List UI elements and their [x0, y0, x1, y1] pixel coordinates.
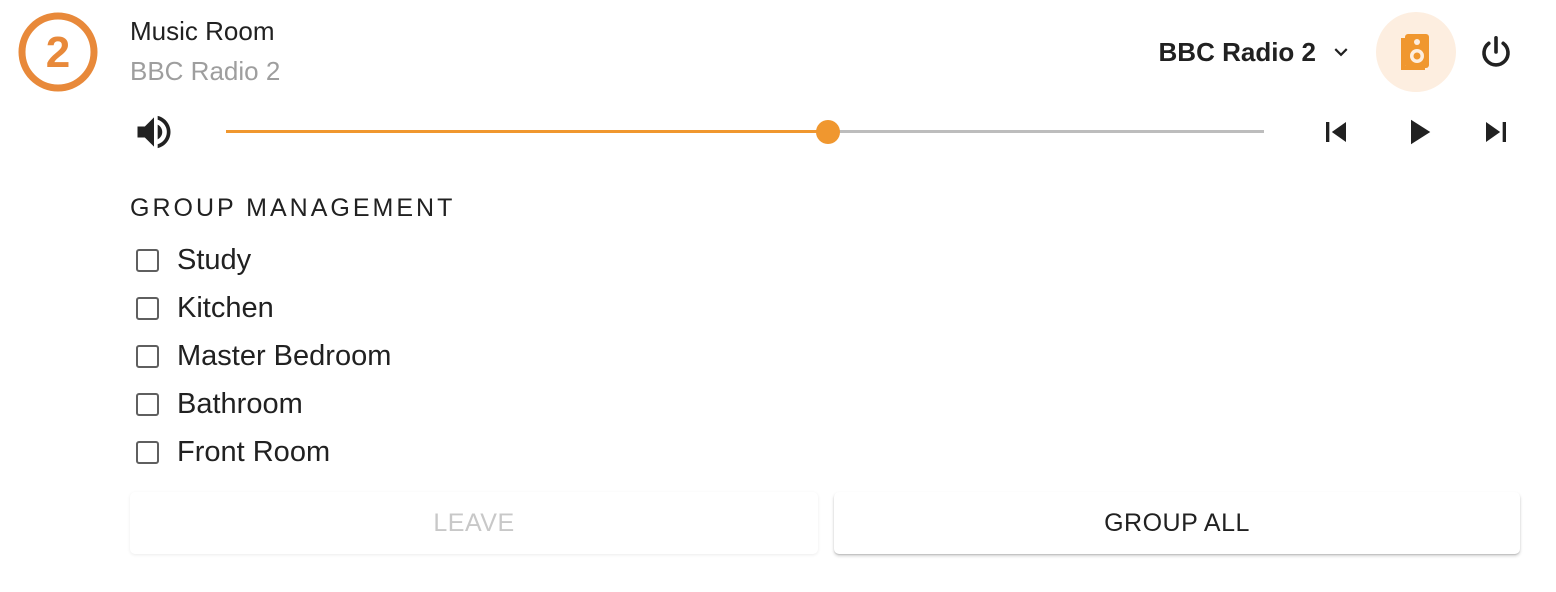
- group-member-list: Study Kitchen Master Bedroom Bathroom Fr…: [136, 236, 391, 476]
- group-member-front-room[interactable]: Front Room: [136, 428, 391, 476]
- source-select[interactable]: BBC Radio 2: [1159, 34, 1354, 70]
- power-icon: [1482, 35, 1510, 67]
- leave-button[interactable]: LEAVE: [130, 492, 818, 554]
- volume-slider-thumb[interactable]: [816, 120, 841, 144]
- volume-slider[interactable]: [226, 118, 1264, 146]
- group-member-kitchen[interactable]: Kitchen: [136, 284, 391, 332]
- bbc-radio-2-logo: 2: [18, 12, 98, 92]
- play-icon: [1411, 119, 1431, 145]
- group-member-study[interactable]: Study: [136, 236, 391, 284]
- group-management-heading: GROUP MANAGEMENT: [130, 194, 456, 222]
- group-member-checkbox[interactable]: [136, 248, 159, 272]
- player-state: BBC Radio 2: [130, 56, 281, 86]
- group-member-checkbox[interactable]: [136, 392, 159, 416]
- group-member-label: Kitchen: [177, 291, 274, 324]
- power-button[interactable]: [1468, 24, 1524, 80]
- group-member-checkbox[interactable]: [136, 296, 159, 320]
- group-member-label: Master Bedroom: [177, 339, 392, 372]
- volume-high-icon[interactable]: [132, 110, 176, 154]
- next-track-button[interactable]: [1474, 110, 1518, 154]
- group-member-label: Front Room: [177, 435, 331, 468]
- group-member-master-bedroom[interactable]: Master Bedroom: [136, 332, 391, 380]
- player-name: Music Room: [130, 16, 275, 46]
- logo-text: 2: [46, 28, 70, 77]
- speaker-button[interactable]: [1376, 12, 1456, 92]
- group-member-label: Bathroom: [177, 387, 303, 420]
- chevron-down-icon: [1334, 48, 1348, 57]
- source-select-value: BBC Radio 2: [1158, 36, 1316, 67]
- previous-track-button[interactable]: [1314, 110, 1358, 154]
- group-member-checkbox[interactable]: [136, 440, 159, 464]
- skip-previous-icon: [1326, 122, 1346, 142]
- group-member-checkbox[interactable]: [136, 344, 159, 368]
- speaker-icon: [1401, 34, 1429, 70]
- play-button[interactable]: [1396, 110, 1440, 154]
- volume-slider-fill: [226, 130, 829, 133]
- group-member-bathroom[interactable]: Bathroom: [136, 380, 391, 428]
- skip-next-icon: [1486, 122, 1506, 142]
- group-all-button[interactable]: GROUP ALL: [834, 492, 1520, 554]
- group-member-label: Study: [177, 243, 252, 276]
